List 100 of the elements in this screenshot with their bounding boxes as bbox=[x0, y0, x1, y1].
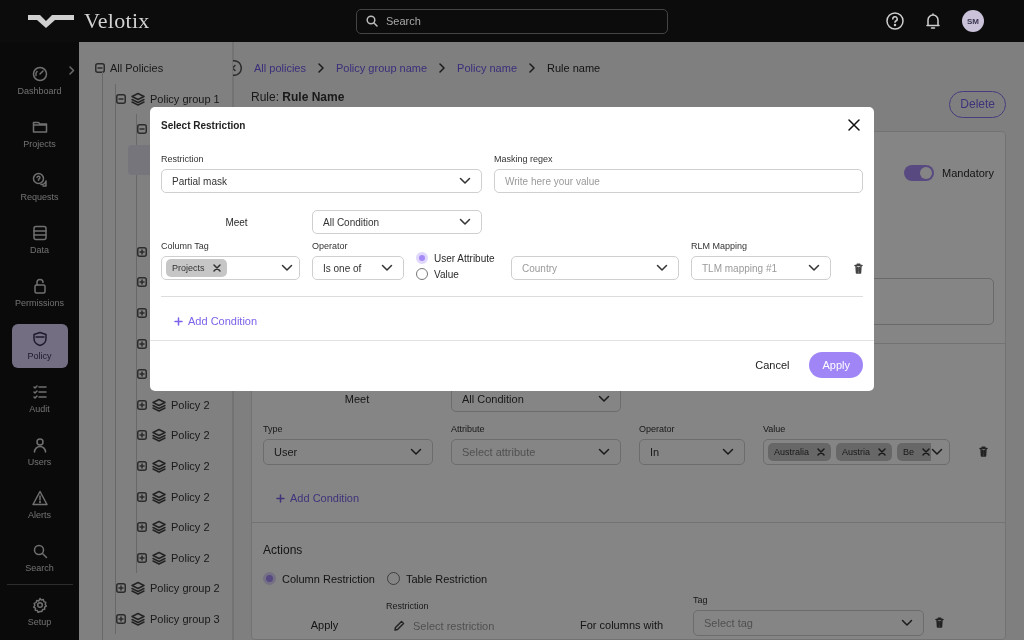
layers-icon bbox=[152, 489, 166, 504]
dropdown[interactable]: Partial mask bbox=[161, 169, 482, 193]
nav-item[interactable]: Search bbox=[11, 536, 68, 580]
tree-label[interactable]: All Policies bbox=[110, 62, 164, 75]
nav-item[interactable]: Setup bbox=[11, 590, 68, 634]
plus-box-icon[interactable] bbox=[137, 246, 147, 257]
field-label: Restriction bbox=[386, 601, 430, 612]
chevron-down-icon bbox=[281, 264, 293, 272]
chevron-down-icon bbox=[931, 448, 943, 456]
tree-label[interactable]: Policy 2 bbox=[171, 429, 210, 442]
plus-box-icon[interactable] bbox=[137, 308, 147, 319]
tree-label[interactable]: Policy 2 bbox=[171, 490, 210, 503]
add-condition-button[interactable]: Add Condition bbox=[276, 492, 360, 504]
chevron-right-icon bbox=[317, 63, 324, 73]
dropdown[interactable]: Is one of bbox=[312, 256, 404, 280]
plus-box-icon[interactable] bbox=[116, 583, 126, 594]
bell-icon[interactable] bbox=[926, 12, 940, 30]
shield-icon bbox=[31, 331, 48, 347]
close-icon[interactable] bbox=[848, 119, 860, 131]
text-field[interactable]: Write here your value bbox=[494, 169, 863, 193]
plus-box-icon[interactable] bbox=[116, 614, 126, 624]
trash-icon[interactable] bbox=[979, 446, 988, 457]
tree-label[interactable]: Policy 2 bbox=[171, 398, 210, 411]
breadcrumb-link[interactable]: Policy name bbox=[457, 62, 517, 74]
dropdown[interactable]: All Condition bbox=[312, 210, 482, 234]
dropdown[interactable]: TLM mapping #1 bbox=[691, 256, 831, 280]
apply-button[interactable]: Apply bbox=[809, 352, 863, 378]
tag-chip[interactable]: Be bbox=[897, 443, 931, 461]
dropdown[interactable]: Country bbox=[511, 256, 679, 280]
tree-label[interactable]: Policy 2 bbox=[171, 551, 210, 564]
tree-label[interactable]: Policy 2 bbox=[171, 460, 210, 472]
radio-label: Column Restriction bbox=[282, 572, 375, 585]
nav-item[interactable]: Dashboard bbox=[11, 59, 68, 103]
cancel-button[interactable]: Cancel bbox=[755, 352, 790, 378]
nav-item[interactable]: Audit bbox=[11, 377, 68, 421]
nav-item[interactable]: Users bbox=[11, 430, 68, 474]
field-label: Column Tag bbox=[161, 241, 210, 252]
section-title: Actions bbox=[263, 543, 304, 557]
tree-label[interactable]: Policy group 2 bbox=[150, 582, 220, 595]
radio-button[interactable] bbox=[416, 268, 428, 280]
search-icon bbox=[31, 543, 48, 559]
chevron-down-icon bbox=[598, 395, 610, 403]
nav-item[interactable]: Data bbox=[11, 218, 68, 262]
plus-box-icon[interactable] bbox=[137, 369, 147, 380]
rule-title: Rule: Rule Name bbox=[251, 90, 345, 104]
nav-item[interactable]: Permissions bbox=[11, 271, 68, 315]
toggle-switch[interactable] bbox=[904, 165, 934, 181]
layers-icon bbox=[131, 612, 145, 626]
plus-box-icon[interactable] bbox=[137, 461, 147, 471]
trash-icon[interactable] bbox=[854, 263, 863, 274]
layers-icon bbox=[152, 428, 166, 443]
tag-chip[interactable]: Austria bbox=[836, 443, 893, 461]
nav-item[interactable]: Requests bbox=[11, 165, 68, 209]
multi-select[interactable]: Projects bbox=[161, 256, 300, 280]
minus-box-icon[interactable] bbox=[137, 124, 147, 135]
layers-icon bbox=[152, 459, 166, 473]
field-label: Attribute bbox=[451, 424, 486, 435]
plus-box-icon[interactable] bbox=[137, 277, 147, 288]
breadcrumb-current: Rule name bbox=[547, 62, 601, 74]
help-icon[interactable] bbox=[886, 12, 904, 30]
nav-item[interactable]: Alerts bbox=[11, 483, 68, 527]
add-condition-button[interactable]: Add Condition bbox=[174, 315, 258, 327]
trash-icon[interactable] bbox=[935, 617, 944, 628]
plus-box-icon[interactable] bbox=[137, 552, 147, 563]
dropdown[interactable]: User bbox=[263, 439, 433, 465]
search-field[interactable]: Search bbox=[356, 8, 668, 34]
tag-chip[interactable]: Australia bbox=[768, 443, 831, 461]
tree-label[interactable]: Policy 2 bbox=[171, 521, 210, 534]
multi-select[interactable]: Australia Austria Be bbox=[763, 439, 950, 465]
logo-icon bbox=[28, 14, 74, 28]
plus-box-icon[interactable] bbox=[137, 430, 147, 441]
close-icon[interactable] bbox=[212, 264, 221, 272]
breadcrumb-link[interactable]: All policies bbox=[254, 62, 306, 74]
padlock-icon bbox=[31, 278, 48, 294]
chevron-down-icon bbox=[656, 264, 668, 272]
breadcrumb-link[interactable]: Policy group name bbox=[335, 62, 428, 74]
dropdown[interactable]: In bbox=[639, 439, 745, 465]
layers-icon bbox=[131, 91, 145, 106]
nav-item[interactable]: Projects bbox=[11, 112, 68, 156]
tag-chip[interactable]: Projects bbox=[166, 259, 227, 277]
minus-box-icon[interactable] bbox=[95, 63, 105, 74]
field-label: RLM Mapping bbox=[691, 241, 749, 252]
layers-icon bbox=[152, 550, 166, 565]
logo-text: Velotix bbox=[84, 8, 150, 34]
plus-box-icon[interactable] bbox=[137, 491, 147, 502]
chevron-right-icon bbox=[529, 63, 535, 73]
minus-box-icon[interactable] bbox=[116, 93, 126, 104]
chevron-right-icon[interactable] bbox=[69, 66, 75, 75]
radio-button[interactable] bbox=[386, 572, 400, 585]
tree-label[interactable]: Policy group 3 bbox=[150, 613, 220, 625]
field-label: Restriction bbox=[161, 154, 205, 165]
modal-title: Select Restriction bbox=[161, 119, 246, 131]
nav-item[interactable]: Policy bbox=[11, 324, 68, 368]
tree-label[interactable]: Policy group 1 bbox=[150, 92, 220, 105]
plus-box-icon[interactable] bbox=[137, 399, 147, 410]
avatar[interactable]: SM bbox=[962, 10, 984, 32]
plus-box-icon[interactable] bbox=[137, 338, 147, 349]
plus-box-icon[interactable] bbox=[137, 522, 147, 533]
gauge-icon bbox=[31, 66, 48, 82]
field-label: Value bbox=[763, 424, 787, 435]
